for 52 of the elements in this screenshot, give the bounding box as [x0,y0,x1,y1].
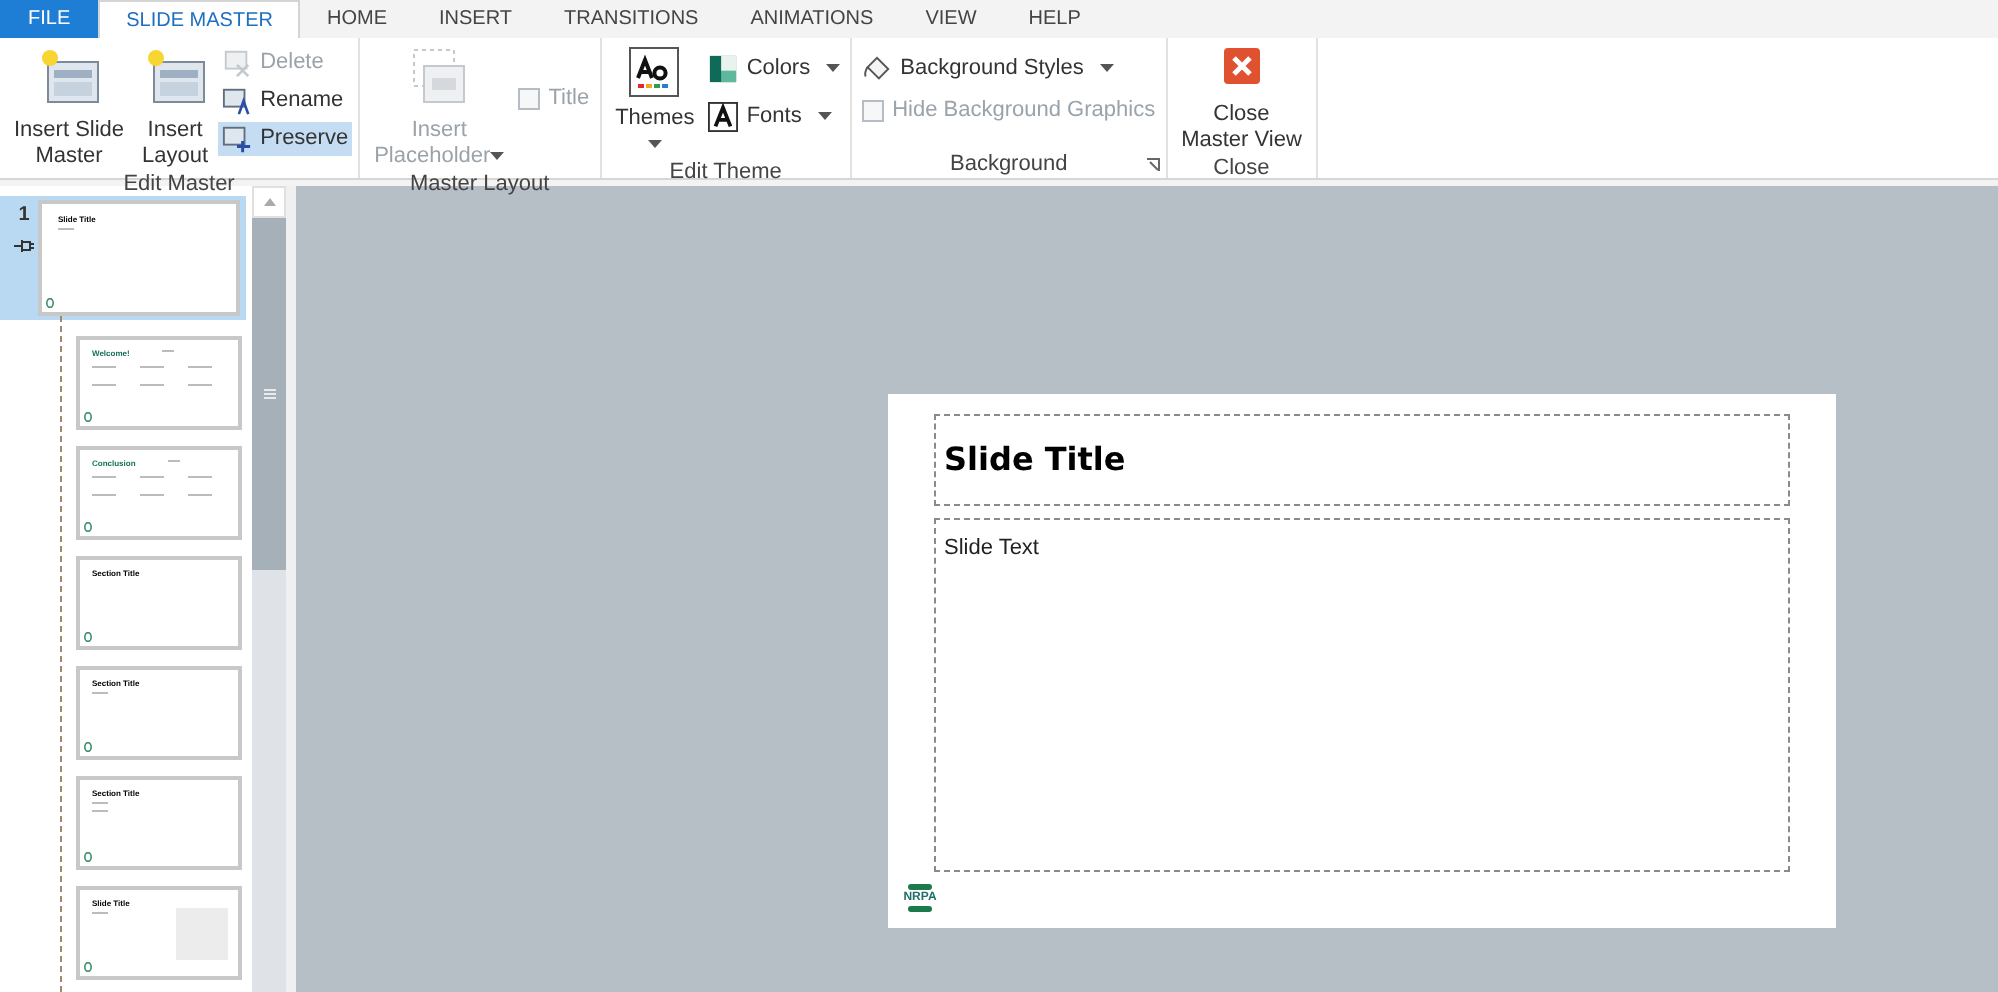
caret-icon [826,63,841,72]
ribbon-tab[interactable]: SLIDE MASTER [98,0,301,38]
ribbon-tab[interactable]: INSERT [412,0,538,38]
ribbon-small-button[interactable]: Rename [218,84,353,118]
logo-mark-icon [84,742,92,752]
caret-icon [1099,63,1114,72]
slide-title: Slide Title [944,438,1126,482]
ribbon-tab[interactable]: ANIMATIONS [724,0,900,38]
ribbon-tab[interactable]: VIEW [899,0,1003,38]
group-label: Edit Master [123,169,235,200]
ribbon-button[interactable]: Insert Slide Master [6,38,133,170]
ribbon-small-button[interactable]: Preserve [218,122,353,156]
ribbon-tab[interactable]: TRANSITIONS [537,0,725,38]
logo-mark-icon [84,412,92,422]
file-tab[interactable]: FILE [0,0,99,38]
ribbon-tab[interactable]: HOME [300,0,413,38]
dropdown-button[interactable]: Background Styles [858,46,1160,90]
title-placeholder[interactable]: Slide Title [934,414,1790,506]
logo-mark-icon [84,632,92,642]
themes-icon [628,46,681,98]
group-label: Edit Theme [669,157,782,188]
close-icon [1221,46,1262,86]
grip-icon [263,388,275,400]
delete-slide-icon [222,48,253,78]
rename-icon [222,86,253,116]
pin-slide-icon [222,124,253,154]
logo-mark-icon [46,298,54,308]
caret-icon [490,152,505,161]
ribbon-tab[interactable]: HELP [1002,0,1107,38]
pin-icon [14,236,34,256]
scroll-up-icon[interactable] [263,198,275,206]
scrollbar[interactable] [252,186,286,992]
paint-bucket-icon [862,53,893,83]
group-label: Close [1213,153,1270,184]
caret-icon [817,111,832,120]
logo-mark-icon [84,852,92,862]
dialog-launcher-icon[interactable] [1145,158,1160,172]
dropdown-button[interactable]: Colors [704,46,845,90]
slide-number: 1 [18,202,30,230]
caret-icon [647,140,662,149]
text-placeholder[interactable]: Slide Text [934,518,1790,872]
ribbon-button[interactable]: Close Master View [1173,38,1310,154]
colors-icon [708,53,739,83]
group-label: Background [949,149,1068,180]
dropdown-button[interactable]: Fonts [704,94,845,138]
fonts-icon [708,101,739,131]
slide-text: Slide Text [944,536,1039,560]
logo-mark-icon [84,962,92,972]
logo-mark-icon [84,522,92,532]
ribbon-button[interactable]: Themes [607,38,703,158]
group-label: Master Layout [409,169,550,200]
ribbon-button[interactable]: Insert Layout [134,38,217,170]
